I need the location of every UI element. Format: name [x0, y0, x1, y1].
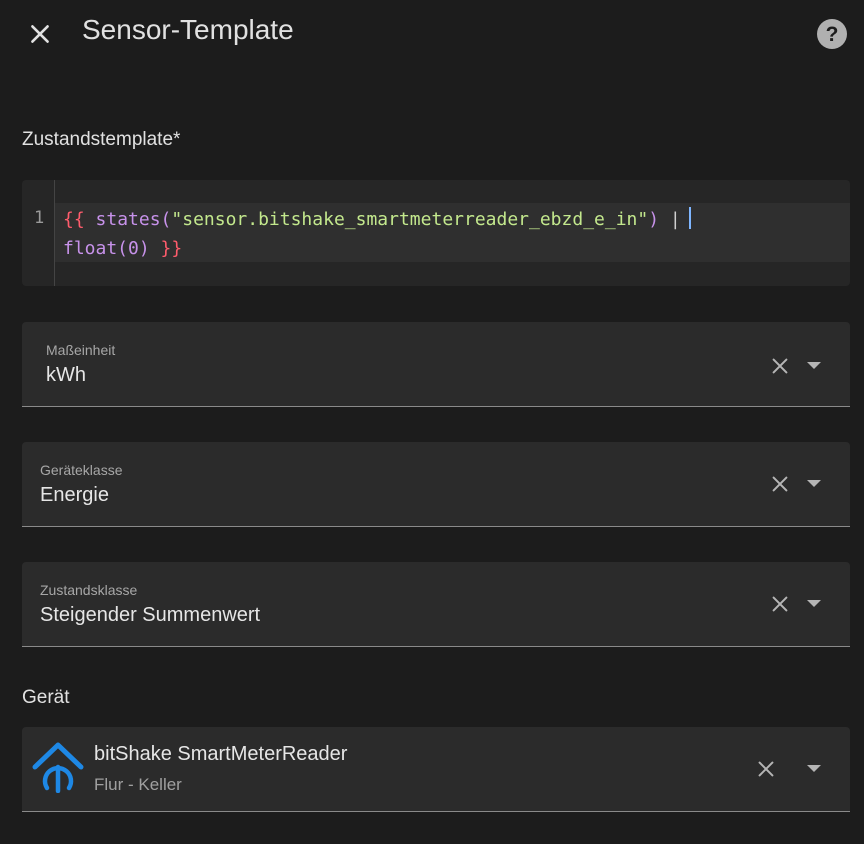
- code-filter: float(0): [63, 238, 150, 259]
- close-icon: [772, 596, 788, 612]
- template-code[interactable]: {{ states("sensor.bitshake_smartmeterrea…: [63, 205, 843, 263]
- device-name: bitShake SmartMeterReader: [94, 743, 348, 765]
- close-icon: [772, 476, 788, 492]
- dialog-title: Sensor-Template: [82, 14, 294, 45]
- text-cursor: [688, 207, 691, 229]
- unit-clear-button[interactable]: [766, 352, 794, 380]
- device-area: Flur - Keller: [94, 775, 182, 794]
- help-button[interactable]: ?: [816, 18, 848, 50]
- svg-text:?: ?: [826, 23, 839, 46]
- help-circle-icon: ?: [817, 19, 847, 49]
- code-close-paren: ): [648, 209, 660, 230]
- editor-gutter: 1: [22, 180, 55, 286]
- menu-down-icon[interactable]: [802, 354, 826, 378]
- device-class-clear-button[interactable]: [766, 470, 794, 498]
- close-button[interactable]: [24, 18, 56, 50]
- device-select[interactable]: bitShake SmartMeterReader Flur - Keller: [22, 727, 850, 812]
- code-open-braces: {{: [63, 209, 85, 230]
- device-class-select[interactable]: Geräteklasse Energie: [22, 442, 850, 527]
- unit-value: kWh: [46, 364, 86, 386]
- code-function: states(: [95, 209, 172, 230]
- state-template-label: Zustandstemplate*: [22, 129, 181, 150]
- bitshake-logo-icon: [32, 742, 84, 793]
- close-icon: [772, 358, 788, 374]
- device-class-label: Geräteklasse: [40, 462, 123, 478]
- state-class-select[interactable]: Zustandsklasse Steigender Summenwert: [22, 562, 850, 647]
- line-number: 1: [34, 208, 45, 228]
- device-clear-button[interactable]: [752, 755, 780, 783]
- dialog-header: Sensor-Template ?: [0, 0, 864, 64]
- code-string: "sensor.bitshake_smartmeterreader_ebzd_e…: [171, 209, 649, 230]
- unit-select[interactable]: Maßeinheit kWh: [22, 322, 850, 407]
- device-section-label: Gerät: [22, 687, 70, 708]
- device-class-value: Energie: [40, 484, 109, 506]
- menu-down-icon[interactable]: [802, 472, 826, 496]
- close-icon: [758, 761, 774, 777]
- menu-down-icon[interactable]: [802, 757, 826, 781]
- state-class-value: Steigender Summenwert: [40, 604, 261, 626]
- unit-label: Maßeinheit: [46, 342, 116, 358]
- close-icon: [31, 25, 49, 43]
- code-close-braces: }}: [160, 238, 183, 259]
- state-class-clear-button[interactable]: [766, 590, 794, 618]
- menu-down-icon[interactable]: [802, 592, 826, 616]
- template-code-editor[interactable]: 1 {{ states("sensor.bitshake_smartmeterr…: [22, 180, 850, 286]
- code-pipe: |: [669, 209, 681, 230]
- state-class-label: Zustandsklasse: [40, 582, 138, 598]
